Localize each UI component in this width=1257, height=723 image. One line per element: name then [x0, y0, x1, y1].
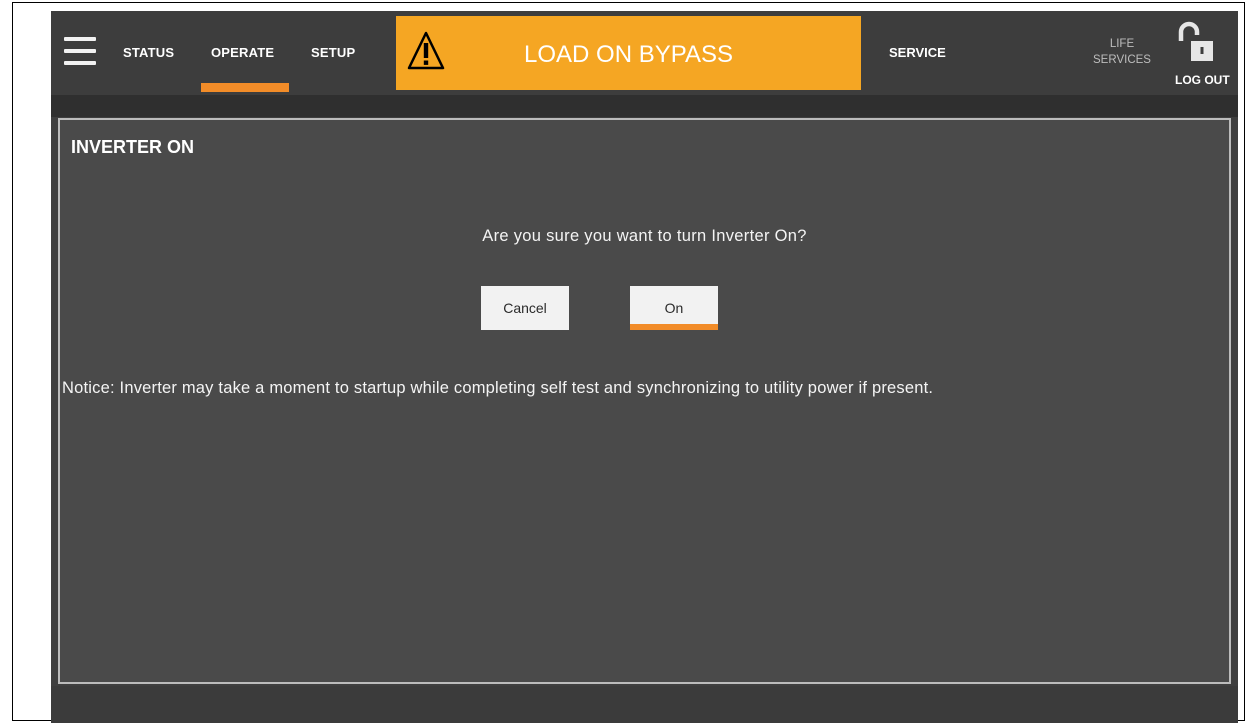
hamburger-menu-icon[interactable]: [64, 37, 96, 65]
active-tab-indicator: [201, 83, 289, 92]
tab-status[interactable]: STATUS: [123, 45, 174, 60]
screen-bottom-strip: [51, 686, 1238, 723]
device-screen: STATUS OPERATE SETUP LOAD ON BYPASS SERV…: [51, 11, 1238, 723]
confirmation-question: Are you sure you want to turn Inverter O…: [482, 227, 807, 245]
inverter-on-dialog: INVERTER ON Are you sure you want to tur…: [58, 118, 1231, 684]
page-title: INVERTER ON: [71, 137, 195, 157]
life-services-label-line2: SERVICES: [1093, 54, 1151, 66]
document-frame: STATUS OPERATE SETUP LOAD ON BYPASS SERV…: [12, 2, 1245, 723]
on-button-accent-bar: [630, 324, 718, 330]
on-button-label: On: [664, 300, 684, 316]
unlocked-padlock-icon[interactable]: [1175, 21, 1217, 63]
alarm-banner[interactable]: LOAD ON BYPASS: [396, 16, 861, 90]
on-button[interactable]: On: [630, 286, 718, 330]
notice-text: Notice: Inverter may take a moment to st…: [62, 379, 934, 397]
alarm-text: LOAD ON BYPASS: [524, 41, 733, 68]
tab-service[interactable]: SERVICE: [889, 45, 946, 60]
tab-operate[interactable]: OPERATE: [211, 45, 274, 60]
header-divider-bar: [51, 95, 1238, 117]
cancel-button[interactable]: Cancel: [481, 286, 569, 330]
tab-life-services[interactable]: LIFE SERVICES: [1091, 36, 1153, 68]
logout-button[interactable]: LOG OUT: [1175, 73, 1230, 87]
tab-setup[interactable]: SETUP: [311, 45, 355, 60]
top-navigation-bar: STATUS OPERATE SETUP LOAD ON BYPASS SERV…: [51, 11, 1238, 95]
life-services-label-line1: LIFE: [1109, 38, 1135, 50]
